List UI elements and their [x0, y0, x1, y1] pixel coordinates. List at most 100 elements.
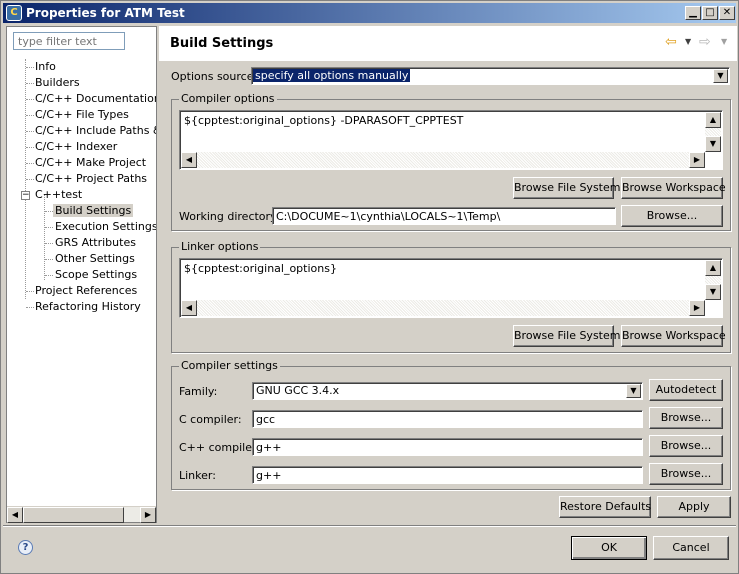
scroll-down-icon[interactable]: ▼ [705, 136, 721, 152]
restore-defaults-button[interactable]: Restore Defaults [559, 496, 651, 518]
tree-item-label: Scope Settings [55, 268, 138, 281]
vertical-scrollbar[interactable]: ▲ ▼ [705, 112, 721, 152]
scroll-right-icon[interactable]: ▶ [689, 152, 705, 168]
browse-linker-button[interactable]: Browse... [649, 463, 723, 485]
tree-horizontal-scrollbar[interactable]: ◀ ▶ [7, 506, 156, 523]
build-settings-page: Options source: specify all options manu… [159, 63, 737, 523]
tree-branch [26, 163, 34, 164]
browse-c-compiler-button[interactable]: Browse... [649, 407, 723, 429]
maximize-button[interactable]: □ [702, 6, 718, 20]
collapse-icon[interactable]: − [21, 191, 30, 200]
back-menu-chevron-icon[interactable]: ▼ [685, 37, 691, 46]
help-icon[interactable]: ? [18, 540, 33, 555]
ok-button[interactable]: OK [571, 536, 647, 560]
working-directory-input[interactable]: C:\DOCUME~1\cynthia\LOCALS~1\Temp\ [272, 207, 616, 225]
compiler-options-textarea[interactable]: ${cpptest:original_options} -DPARASOFT_C… [179, 110, 723, 170]
scrollbar-thumb[interactable] [23, 507, 124, 523]
dropdown-arrow-icon[interactable]: ▼ [713, 69, 728, 83]
family-value: GNU GCC 3.4.x [256, 384, 340, 397]
tree-item-grs-attributes[interactable]: GRS Attributes [55, 235, 136, 250]
scroll-left-icon[interactable]: ◀ [181, 152, 197, 168]
minimize-button[interactable]: ▁ [685, 6, 701, 20]
scroll-up-icon[interactable]: ▲ [705, 260, 721, 276]
tree-branch [26, 307, 34, 308]
tree-branch [45, 275, 53, 276]
browse-workspace-button[interactable]: Browse Workspace [621, 325, 726, 347]
c-compiler-label: C compiler: [179, 413, 242, 426]
tree-branch [26, 131, 34, 132]
browse-file-system-button[interactable]: Browse File System [513, 325, 620, 347]
tree-item-label: C/C++ Include Paths & S [35, 124, 156, 137]
linker-options-title: Linker options [179, 240, 261, 253]
tree-connector [44, 194, 45, 280]
tree-branch [26, 147, 34, 148]
family-select[interactable]: GNU GCC 3.4.x ▼ [252, 382, 643, 400]
vertical-scrollbar[interactable]: ▲ ▼ [705, 260, 721, 300]
scroll-right-icon[interactable]: ▶ [140, 507, 156, 523]
tree-item-build-settings[interactable]: Build Settings [53, 203, 134, 218]
browse-cpp-compiler-button[interactable]: Browse... [649, 435, 723, 457]
tree-item-cpp-include-paths[interactable]: C/C++ Include Paths & S [35, 123, 156, 138]
scroll-left-icon[interactable]: ◀ [7, 507, 23, 523]
tree-item-label: C++test [35, 188, 83, 201]
tree-item-cpp-project-paths[interactable]: C/C++ Project Paths [35, 171, 147, 186]
property-tree: Info Builders C/C++ Documentation C/C++ … [7, 59, 156, 507]
tree-item-label: C/C++ Project Paths [35, 172, 148, 185]
horizontal-scrollbar[interactable]: ◀ ▶ [181, 152, 705, 168]
working-directory-label: Working directory: [179, 210, 280, 223]
tree-item-label: Build Settings [53, 204, 134, 217]
filter-input[interactable] [13, 32, 125, 50]
tree-item-cpp-file-types[interactable]: C/C++ File Types [35, 107, 129, 122]
tree-item-cpp-make-project[interactable]: C/C++ Make Project [35, 155, 146, 170]
tree-branch [26, 179, 34, 180]
tree-item-other-settings[interactable]: Other Settings [55, 251, 135, 266]
horizontal-scrollbar[interactable]: ◀ ▶ [181, 300, 705, 316]
cancel-button[interactable]: Cancel [653, 536, 729, 560]
dropdown-arrow-icon[interactable]: ▼ [626, 384, 641, 398]
page-title: Build Settings [170, 36, 274, 51]
family-label: Family: [179, 385, 218, 398]
scroll-up-icon[interactable]: ▲ [705, 112, 721, 128]
browse-file-system-button[interactable]: Browse File System [513, 177, 620, 199]
window-title: Properties for ATM Test [26, 6, 185, 20]
navigation-pane: Info Builders C/C++ Documentation C/C++ … [6, 26, 157, 523]
linker-options-textarea[interactable]: ${cpptest:original_options} ▲ ▼ ◀ ▶ [179, 258, 723, 318]
browse-workspace-button[interactable]: Browse Workspace [621, 177, 726, 199]
forward-menu-chevron-icon[interactable]: ▼ [721, 37, 727, 46]
browse-working-directory-button[interactable]: Browse... [621, 205, 723, 227]
compiler-settings-group: Compiler settings Family: GNU GCC 3.4.x … [171, 359, 731, 490]
options-source-select[interactable]: specify all options manually ▼ [251, 67, 730, 85]
autodetect-button[interactable]: Autodetect [649, 379, 723, 401]
tree-item-refactoring-history[interactable]: Refactoring History [35, 299, 141, 314]
tree-branch [26, 83, 34, 84]
apply-button[interactable]: Apply [657, 496, 731, 518]
cpp-compiler-input[interactable]: g++ [252, 438, 643, 456]
linker-input[interactable]: g++ [252, 466, 643, 484]
close-button[interactable]: ✕ [719, 6, 735, 20]
tree-branch [45, 243, 53, 244]
cpp-compiler-label: C++ compiler: [179, 441, 261, 454]
tree-item-scope-settings[interactable]: Scope Settings [55, 267, 137, 282]
tree-item-cpp-indexer[interactable]: C/C++ Indexer [35, 139, 117, 154]
c-compiler-input[interactable]: gcc [252, 410, 643, 428]
tree-branch [45, 259, 53, 260]
tree-item-project-references[interactable]: Project References [35, 283, 137, 298]
scroll-down-icon[interactable]: ▼ [705, 284, 721, 300]
tree-item-label: C/C++ Indexer [35, 140, 118, 153]
tree-item-cpp-documentation[interactable]: C/C++ Documentation [35, 91, 156, 106]
tree-branch [26, 115, 34, 116]
tree-item-label: Refactoring History [35, 300, 141, 313]
scroll-left-icon[interactable]: ◀ [181, 300, 197, 316]
tree-item-info[interactable]: Info [35, 59, 56, 74]
tree-item-label: Other Settings [55, 252, 135, 265]
scroll-right-icon[interactable]: ▶ [689, 300, 705, 316]
tree-item-cpptest[interactable]: C++test [35, 187, 82, 202]
properties-dialog: C Properties for ATM Test ▁ □ ✕ Info Bui… [0, 0, 739, 574]
back-arrow-icon[interactable]: ⇦ [665, 34, 677, 50]
tree-item-label: C/C++ Documentation [35, 92, 156, 105]
forward-arrow-icon[interactable]: ⇨ [699, 34, 711, 50]
options-source-value: specify all options manually [253, 69, 411, 82]
tree-item-builders[interactable]: Builders [35, 75, 80, 90]
tree-item-execution-settings[interactable]: Execution Settings [55, 219, 156, 234]
title-bar[interactable]: C Properties for ATM Test ▁ □ ✕ [3, 3, 736, 23]
